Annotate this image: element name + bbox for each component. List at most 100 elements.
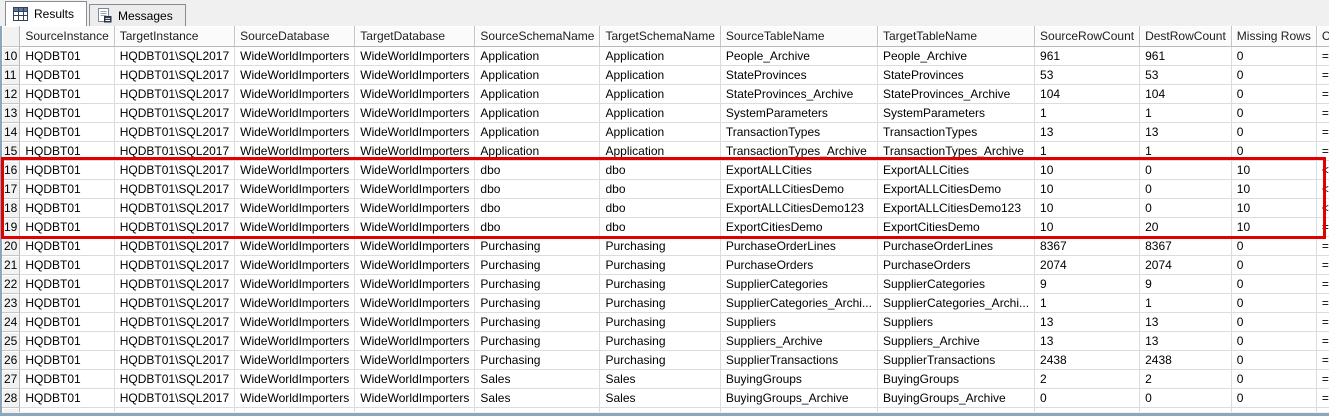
row-number[interactable]: 27 (2, 369, 20, 388)
cell[interactable]: dbo (475, 160, 600, 179)
cell[interactable]: WideWorldImporters (235, 331, 355, 350)
cell[interactable]: BuyingGroups_Archive (877, 388, 1034, 407)
cell[interactable]: Application (600, 103, 720, 122)
cell[interactable]: WideWorldImporters (355, 160, 475, 179)
cell[interactable]: WideWorldImporters (355, 217, 475, 236)
row-number[interactable]: 18 (2, 198, 20, 217)
cell[interactable]: 8367 (1140, 236, 1232, 255)
cell[interactable]: dbo (600, 179, 720, 198)
cell[interactable]: 0 (1231, 65, 1316, 84)
cell[interactable]: 53 (1035, 65, 1140, 84)
cell[interactable]: StateProvinces_Archive (877, 84, 1034, 103)
cell[interactable]: 8367 (1035, 236, 1140, 255)
cell[interactable]: 0 (1231, 293, 1316, 312)
cell[interactable]: = (1316, 255, 1329, 274)
cell[interactable]: 0 (1231, 255, 1316, 274)
cell[interactable]: 10 (1231, 217, 1316, 236)
row-number[interactable]: 13 (2, 103, 20, 122)
cell[interactable]: WideWorldImporters (355, 369, 475, 388)
cell[interactable]: 0 (1231, 236, 1316, 255)
cell[interactable]: 9 (1140, 274, 1232, 293)
cell[interactable]: 961 (1140, 46, 1232, 65)
row-number[interactable]: 26 (2, 350, 20, 369)
cell[interactable]: WideWorldImporters (355, 65, 475, 84)
row-number[interactable]: 17 (2, 179, 20, 198)
cell[interactable]: SupplierCategories_Archi... (877, 293, 1034, 312)
column-header[interactable]: TargetDatabase (355, 26, 475, 46)
cell[interactable]: HQDBT01 (20, 217, 114, 236)
cell[interactable]: HQDBT01 (20, 293, 114, 312)
cell[interactable]: dbo (600, 160, 720, 179)
cell[interactable]: Sales (600, 369, 720, 388)
cell[interactable]: WideWorldImporters (235, 160, 355, 179)
cell[interactable]: => (1316, 217, 1329, 236)
cell[interactable]: HQDBT01 (20, 236, 114, 255)
cell[interactable]: 104 (1140, 84, 1232, 103)
cell[interactable]: 20 (1140, 217, 1232, 236)
cell[interactable]: PurchaseOrders (720, 255, 877, 274)
cell[interactable]: = (1316, 293, 1329, 312)
cell[interactable]: SupplierTransactions (877, 350, 1034, 369)
cell[interactable]: 13 (1140, 312, 1232, 331)
cell[interactable]: Purchasing (600, 293, 720, 312)
cell[interactable]: = (1316, 65, 1329, 84)
cell[interactable]: BuyingGroups_Archive (720, 388, 877, 407)
cell[interactable]: Application (475, 141, 600, 160)
cell[interactable]: WideWorldImporters (235, 84, 355, 103)
cell[interactable]: 0 (1140, 160, 1232, 179)
tab-messages[interactable]: Messages (89, 4, 186, 26)
cell[interactable]: 104 (1035, 84, 1140, 103)
cell[interactable]: dbo (475, 198, 600, 217)
cell[interactable]: ExportALLCities (877, 160, 1034, 179)
cell[interactable]: BuyingGroups (720, 369, 877, 388)
cell[interactable]: 0 (1231, 103, 1316, 122)
cell[interactable]: HQDBT01 (20, 179, 114, 198)
cell[interactable]: Purchasing (600, 255, 720, 274)
cell[interactable]: = (1316, 236, 1329, 255)
cell[interactable]: HQDBT01\SQL2017 (114, 160, 234, 179)
cell[interactable]: HQDBT01\SQL2017 (114, 65, 234, 84)
cell[interactable]: HQDBT01\SQL2017 (114, 293, 234, 312)
cell[interactable]: 13 (1035, 312, 1140, 331)
cell[interactable]: WideWorldImporters (235, 236, 355, 255)
cell[interactable]: Application (600, 122, 720, 141)
cell[interactable]: SupplierTransactions (720, 350, 877, 369)
cell[interactable]: Sales (600, 388, 720, 407)
cell[interactable]: dbo (475, 217, 600, 236)
cell[interactable]: TransactionTypes (877, 122, 1034, 141)
column-header[interactable]: TargetInstance (114, 26, 234, 46)
row-number[interactable]: 12 (2, 84, 20, 103)
row-number[interactable]: 21 (2, 255, 20, 274)
cell[interactable]: 2 (1140, 369, 1232, 388)
cell[interactable]: StateProvinces_Archive (720, 84, 877, 103)
cell[interactable]: WideWorldImporters (355, 122, 475, 141)
cell[interactable]: HQDBT01\SQL2017 (114, 255, 234, 274)
cell[interactable]: = (1316, 122, 1329, 141)
cell[interactable]: HQDBT01 (20, 198, 114, 217)
cell[interactable]: HQDBT01 (20, 160, 114, 179)
cell[interactable]: = (1316, 350, 1329, 369)
cell[interactable]: People_Archive (877, 46, 1034, 65)
cell[interactable]: HQDBT01 (20, 65, 114, 84)
cell[interactable]: TransactionTypes_Archive (877, 141, 1034, 160)
cell[interactable]: WideWorldImporters (355, 84, 475, 103)
cell[interactable]: 10 (1231, 198, 1316, 217)
cell[interactable]: HQDBT01 (20, 350, 114, 369)
cell[interactable]: 9 (1035, 274, 1140, 293)
row-number[interactable]: 25 (2, 331, 20, 350)
cell[interactable]: 0 (1231, 141, 1316, 160)
cell[interactable]: StateProvinces (720, 65, 877, 84)
column-header[interactable]: SourceRowCount (1035, 26, 1140, 46)
row-number[interactable]: 14 (2, 122, 20, 141)
cell[interactable]: WideWorldImporters (355, 274, 475, 293)
cell[interactable]: HQDBT01 (20, 141, 114, 160)
cell[interactable]: Suppliers_Archive (720, 331, 877, 350)
cell[interactable]: = (1316, 141, 1329, 160)
cell[interactable]: WideWorldImporters (235, 388, 355, 407)
cell[interactable]: 0 (1140, 198, 1232, 217)
cell[interactable]: 0 (1140, 388, 1232, 407)
cell[interactable]: SupplierCategories (720, 274, 877, 293)
cell[interactable]: WideWorldImporters (355, 293, 475, 312)
cell[interactable]: 13 (1140, 122, 1232, 141)
cell[interactable]: WideWorldImporters (235, 122, 355, 141)
